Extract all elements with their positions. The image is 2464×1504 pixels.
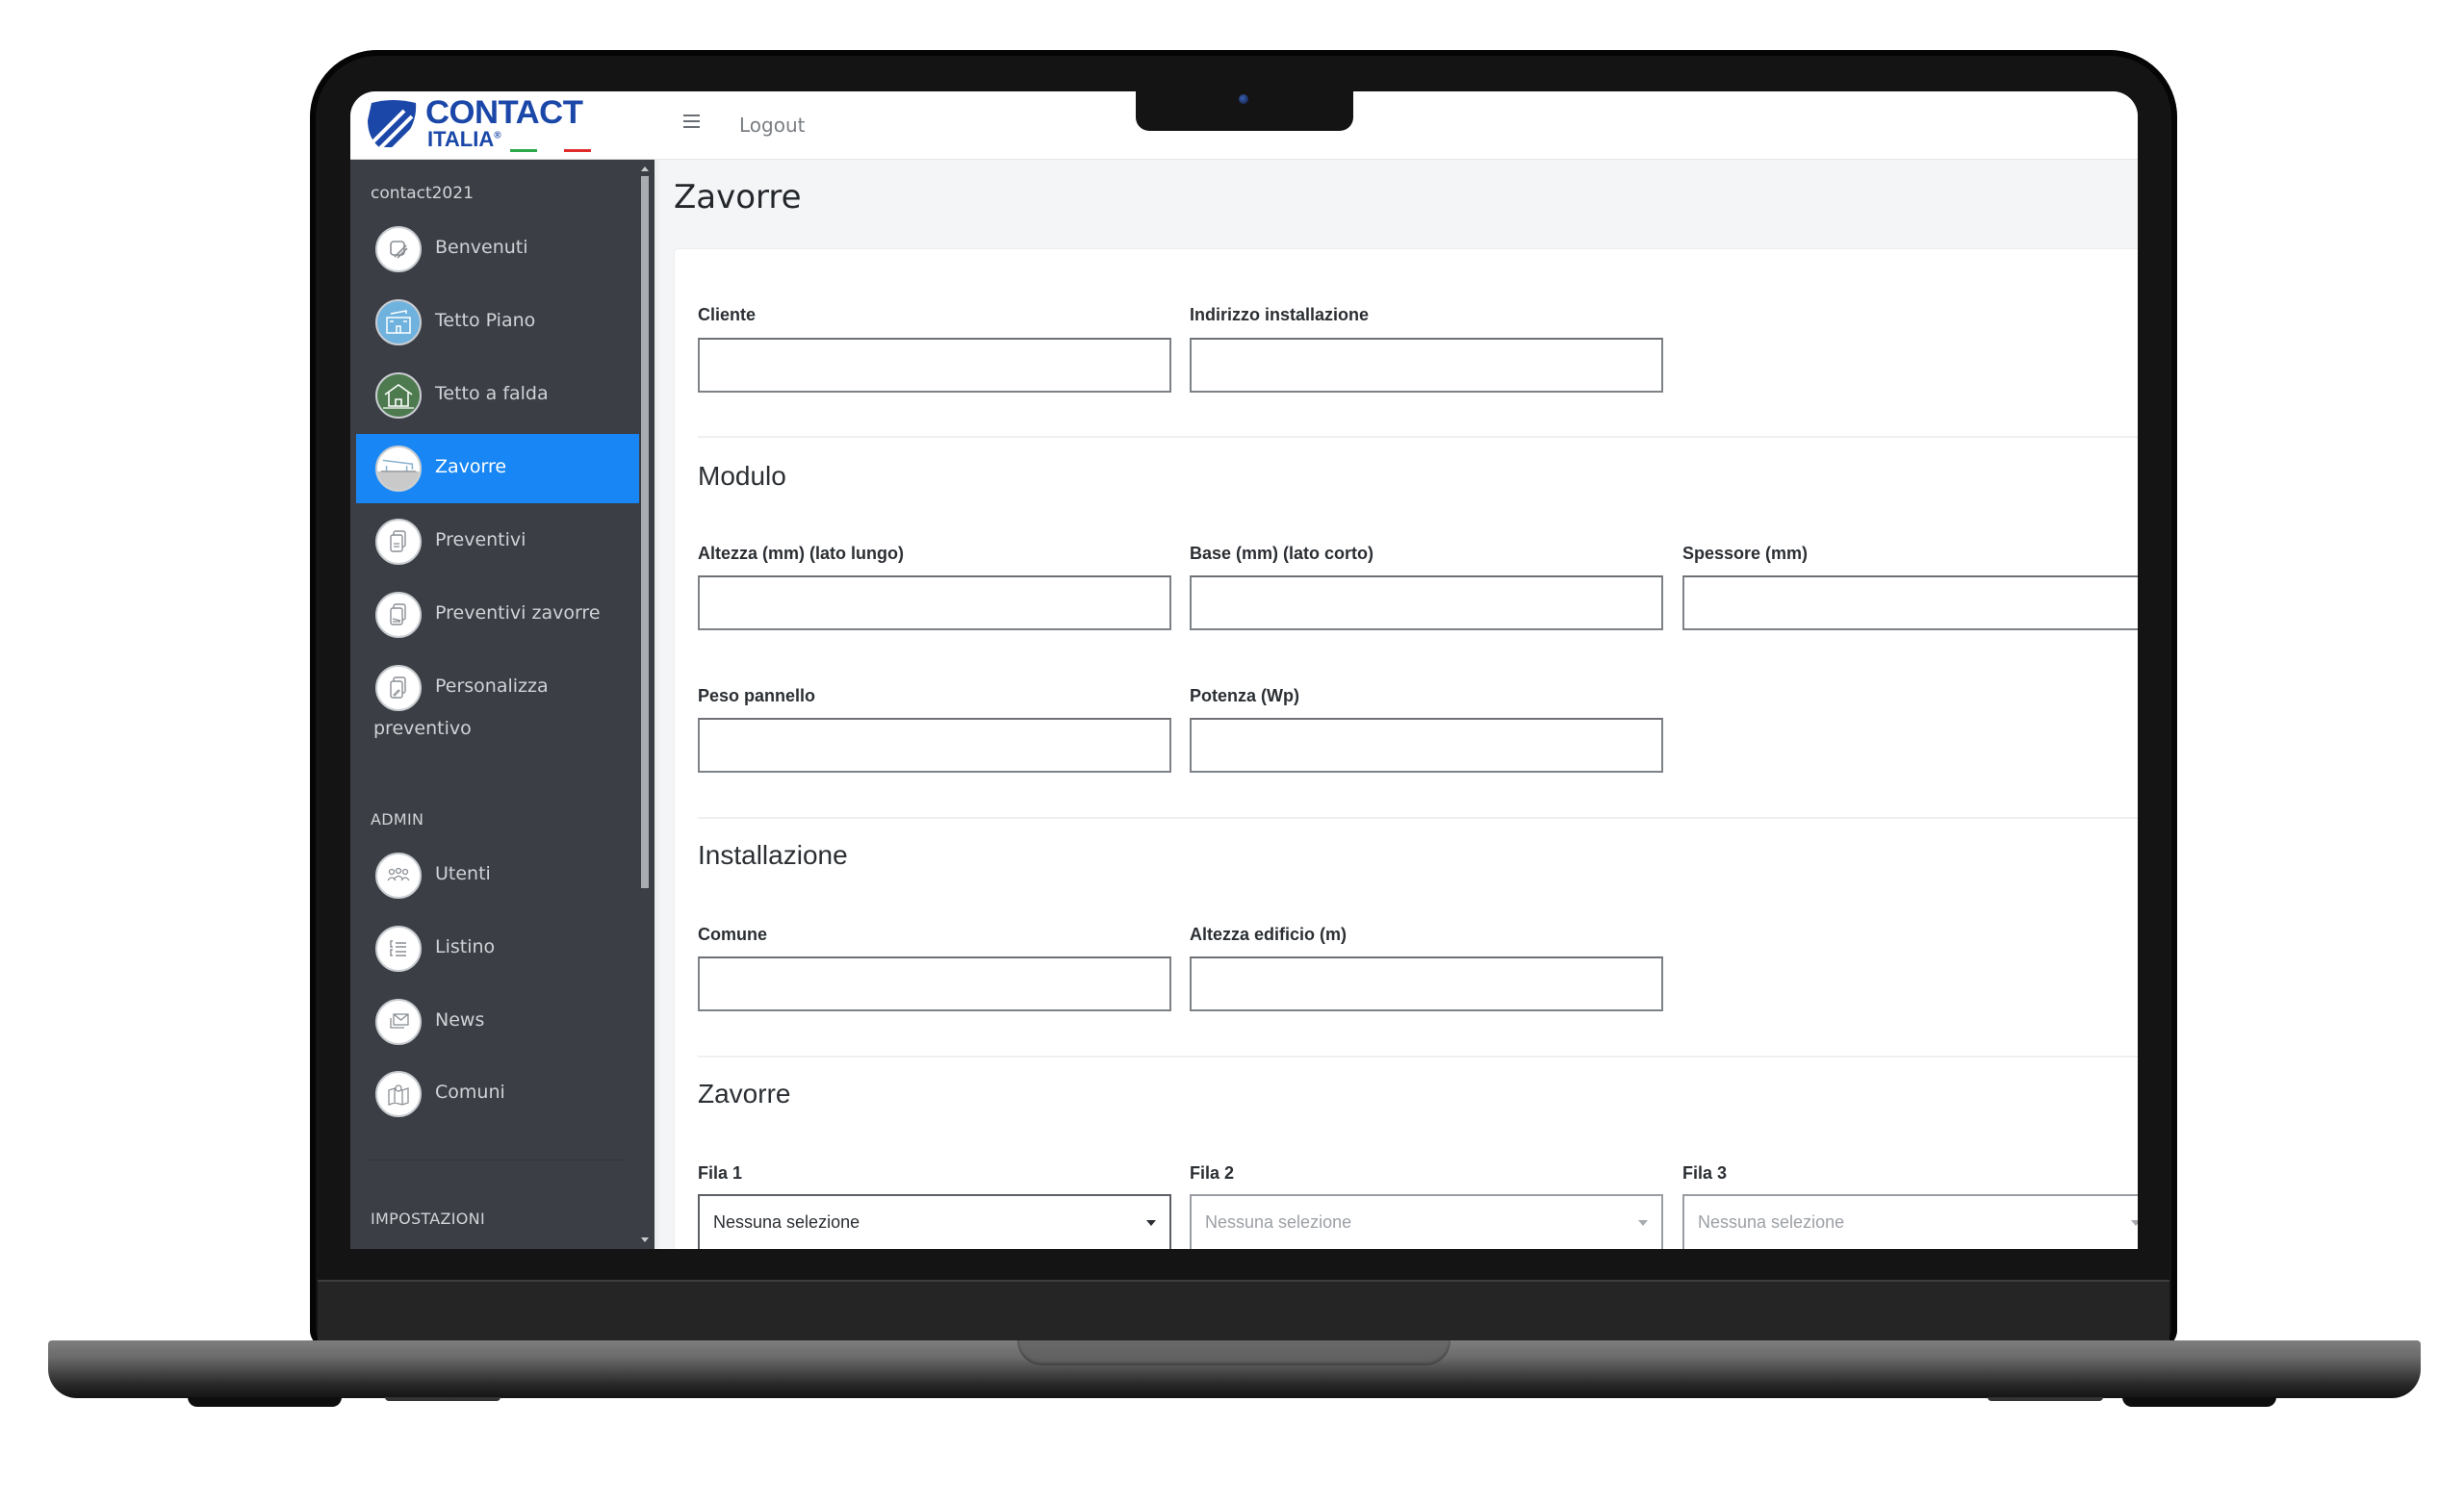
scroll-down-arrow-icon[interactable] (641, 1237, 649, 1242)
sidebar-item-personalizza-preventivo[interactable]: Personalizza preventivo (356, 653, 641, 750)
potenza-input[interactable] (1190, 718, 1663, 773)
fila1-selected-value: Nessuna selezione (713, 1212, 860, 1232)
base-input[interactable] (1190, 575, 1663, 630)
page-title: Zavorre (674, 178, 802, 217)
flag-green-bar (510, 149, 537, 152)
scroll-up-arrow-icon[interactable] (641, 166, 649, 171)
sidebar-item-listino[interactable]: Listino (356, 914, 641, 983)
fila2-selected-value: Nessuna selezione (1205, 1212, 1352, 1232)
fila3-select[interactable]: Nessuna selezione (1682, 1194, 2138, 1249)
news-icon (375, 999, 422, 1045)
sidebar-item-label: News (435, 1009, 485, 1031)
fila1-select[interactable]: Nessuna selezione (698, 1194, 1171, 1249)
sidebar-item-label: Preventivi zavorre (435, 602, 601, 624)
sidebar-username: contact2021 (371, 184, 474, 203)
flag-red-bar (564, 149, 591, 152)
altezza-label: Altezza (mm) (lato lungo) (698, 544, 904, 563)
sidebar-item-label: Zavorre (435, 456, 507, 477)
modulo-heading: Modulo (698, 461, 786, 491)
sidebar-item-comuni[interactable]: Comuni (356, 1059, 641, 1129)
sidebar-section-impostazioni: IMPOSTAZIONI (371, 1210, 485, 1228)
logout-link[interactable]: Logout (739, 114, 805, 137)
fila2-select[interactable]: Nessuna selezione (1190, 1194, 1663, 1249)
sidebar-item-label: Tetto Piano (435, 310, 536, 331)
sidebar-item-preventivi[interactable]: Preventivi (356, 507, 641, 576)
laptop-foot-shadow (385, 1397, 500, 1401)
altezza-input[interactable] (698, 575, 1171, 630)
sidebar-item-benvenuti[interactable]: Benvenuti (356, 215, 641, 284)
sidebar-shadow (654, 159, 660, 1249)
camera-icon (1239, 94, 1248, 104)
welcome-icon (375, 226, 422, 272)
sidebar-item-tetto-a-falda[interactable]: Tetto a falda (356, 361, 641, 430)
indirizzo-label: Indirizzo installazione (1190, 305, 1370, 324)
screen: CONTACT ITALIA® contact2021 Benvenuti Te… (350, 91, 2138, 1249)
sidebar-item-zavorre[interactable]: Zavorre (356, 434, 641, 503)
sidebar-item-news[interactable]: News (356, 987, 641, 1057)
brand-sub-text: ITALIA (427, 127, 495, 151)
laptop-chin (318, 1280, 2169, 1343)
spessore-label: Spessore (mm) (1682, 544, 1809, 563)
chevron-down-icon (1146, 1220, 1156, 1226)
laptop-foot-shadow (1988, 1397, 2103, 1401)
sidebar-item-label: Listino (435, 936, 496, 957)
sidebar-item-label-line2: preventivo (373, 718, 472, 739)
fila3-label: Fila 3 (1682, 1163, 1728, 1183)
sidebar-item-tetto-piano[interactable]: Tetto Piano (356, 288, 641, 357)
camera-notch (1136, 89, 1353, 131)
section-divider (698, 817, 2138, 819)
fila3-selected-value: Nessuna selezione (1698, 1212, 1845, 1232)
altezza-edificio-label: Altezza edificio (m) (1190, 925, 1348, 944)
zavorre-heading: Zavorre (698, 1079, 791, 1109)
chevron-down-icon (2131, 1220, 2138, 1226)
sidebar-item-label: Tetto a falda (435, 383, 549, 404)
altezza-edificio-input[interactable] (1190, 956, 1663, 1011)
chevron-down-icon (1638, 1220, 1648, 1226)
sidebar-item-label: Personalizza (435, 676, 549, 697)
fila1-label: Fila 1 (698, 1163, 743, 1183)
sidebar-section-admin: ADMIN (371, 810, 424, 828)
registered-mark: ® (494, 130, 501, 141)
section-divider (698, 1056, 2138, 1058)
sidebar-item-preventivi-zavorre[interactable]: Preventivi zavorre (356, 580, 641, 650)
customize-quote-icon (375, 665, 422, 711)
sidebar-item-label: Comuni (435, 1082, 505, 1103)
hamburger-icon[interactable] (683, 115, 700, 128)
comune-label: Comune (698, 925, 767, 944)
scrollbar-thumb[interactable] (641, 176, 649, 888)
peso-label: Peso pannello (698, 686, 816, 705)
sidebar-scrollbar[interactable] (639, 166, 651, 1244)
pitched-roof-icon (375, 372, 422, 419)
installazione-heading: Installazione (698, 840, 848, 870)
logo[interactable]: CONTACT ITALIA® (350, 91, 654, 160)
peso-input[interactable] (698, 718, 1171, 773)
sidebar-item-utenti[interactable]: Utenti (356, 841, 641, 910)
laptop-foot (188, 1397, 342, 1407)
cliente-input[interactable] (698, 338, 1171, 393)
fila2-label: Fila 2 (1190, 1163, 1235, 1183)
flat-roof-icon (375, 299, 422, 345)
brand-logo-icon (368, 100, 420, 151)
quotes-icon (375, 519, 422, 565)
comune-input[interactable] (698, 956, 1171, 1011)
sidebar-item-label: Utenti (435, 863, 491, 884)
ballast-icon (375, 446, 422, 492)
sidebar: CONTACT ITALIA® contact2021 Benvenuti Te… (350, 91, 654, 1249)
laptop-foot (2122, 1397, 2276, 1407)
price-list-icon (375, 926, 422, 972)
brand-sub: ITALIA® (427, 127, 501, 152)
laptop-opening-notch (1017, 1340, 1450, 1365)
spessore-input[interactable] (1682, 575, 2138, 630)
cliente-label: Cliente (698, 305, 757, 324)
potenza-label: Potenza (Wp) (1190, 686, 1299, 705)
users-icon (375, 853, 422, 899)
map-icon (375, 1071, 422, 1117)
ballast-quotes-icon (375, 592, 422, 638)
section-divider (698, 436, 2138, 438)
base-label: Base (mm) (lato corto) (1190, 544, 1374, 563)
sidebar-item-label: Benvenuti (435, 237, 528, 258)
sidebar-item-label: Preventivi (435, 529, 526, 550)
indirizzo-input[interactable] (1190, 338, 1663, 393)
topbar: Logout (654, 91, 2138, 160)
